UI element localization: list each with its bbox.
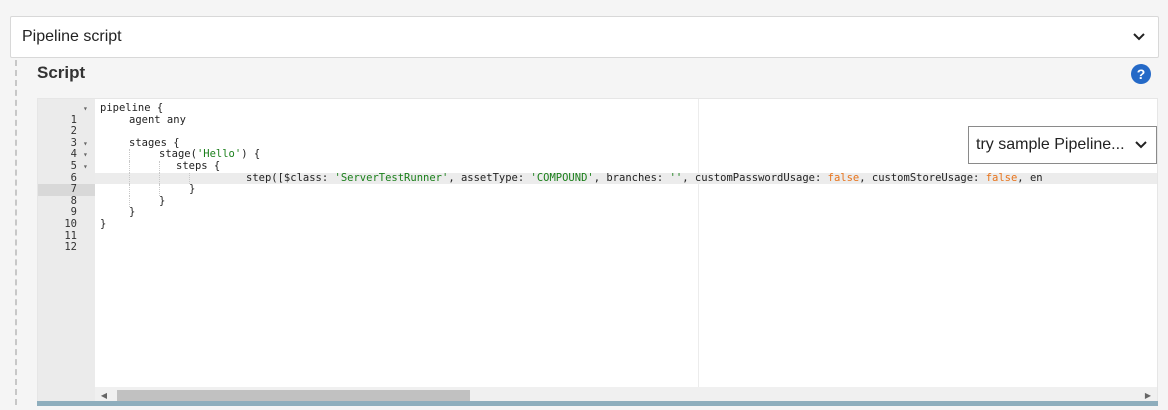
code-line-2[interactable]: 2 agent any xyxy=(38,113,1157,137)
fold-arrow-icon[interactable]: ▾ xyxy=(83,161,93,173)
fold-arrow-icon[interactable]: ▾ xyxy=(83,103,93,115)
indent-guide xyxy=(129,184,130,196)
indent-guide xyxy=(129,149,130,161)
indent-guide xyxy=(159,184,160,196)
code-text: } xyxy=(189,183,196,196)
indent-guide xyxy=(159,160,160,173)
indent-guide xyxy=(129,172,130,185)
script-section-title: Script xyxy=(37,63,86,82)
editor-resize-bar[interactable] xyxy=(37,401,1158,406)
code-line-11[interactable]: 11 } xyxy=(38,217,1157,241)
fold-arrow-icon[interactable]: ▾ xyxy=(83,149,93,161)
code-line-12[interactable]: 12 xyxy=(38,231,1157,253)
indent-guide xyxy=(129,160,130,173)
definition-select-value: Pipeline script xyxy=(22,28,122,45)
code-line-8[interactable]: 8 } xyxy=(38,183,1157,207)
fold-arrow-icon[interactable]: ▾ xyxy=(83,138,93,150)
scrollbar-thumb[interactable] xyxy=(117,390,470,401)
definition-select[interactable]: Pipeline script xyxy=(10,16,1159,58)
line-number: 12 xyxy=(64,241,77,254)
code-text: } xyxy=(129,206,136,219)
chevron-down-icon xyxy=(1132,30,1146,44)
code-lines: 1 ▾ pipeline { 2 agent any 3 4 ▾ stages … xyxy=(38,102,1157,253)
code-line-1[interactable]: 1 ▾ pipeline { xyxy=(38,102,1157,125)
code-text: step([$class: 'ServerTestRunner', assetT… xyxy=(246,171,1043,184)
section-indent-line xyxy=(15,60,17,405)
code-text: } xyxy=(159,194,166,207)
sample-pipeline-select-value: try sample Pipeline... xyxy=(976,136,1125,153)
chevron-down-icon xyxy=(1134,138,1148,152)
code-text: pipeline { xyxy=(100,102,164,114)
sample-pipeline-select[interactable]: try sample Pipeline... xyxy=(968,126,1157,164)
code-text: agent any xyxy=(129,113,186,126)
indent-guide xyxy=(159,172,160,185)
code-text: } xyxy=(100,217,107,230)
help-icon[interactable]: ? xyxy=(1131,64,1151,84)
code-line-9[interactable]: 9 } xyxy=(38,194,1157,218)
code-line-10[interactable]: 10 } xyxy=(38,206,1157,230)
code-text: steps { xyxy=(176,159,221,172)
code-line-7[interactable]: 7 step([$class: 'ServerTestRunner', asse… xyxy=(38,171,1157,196)
